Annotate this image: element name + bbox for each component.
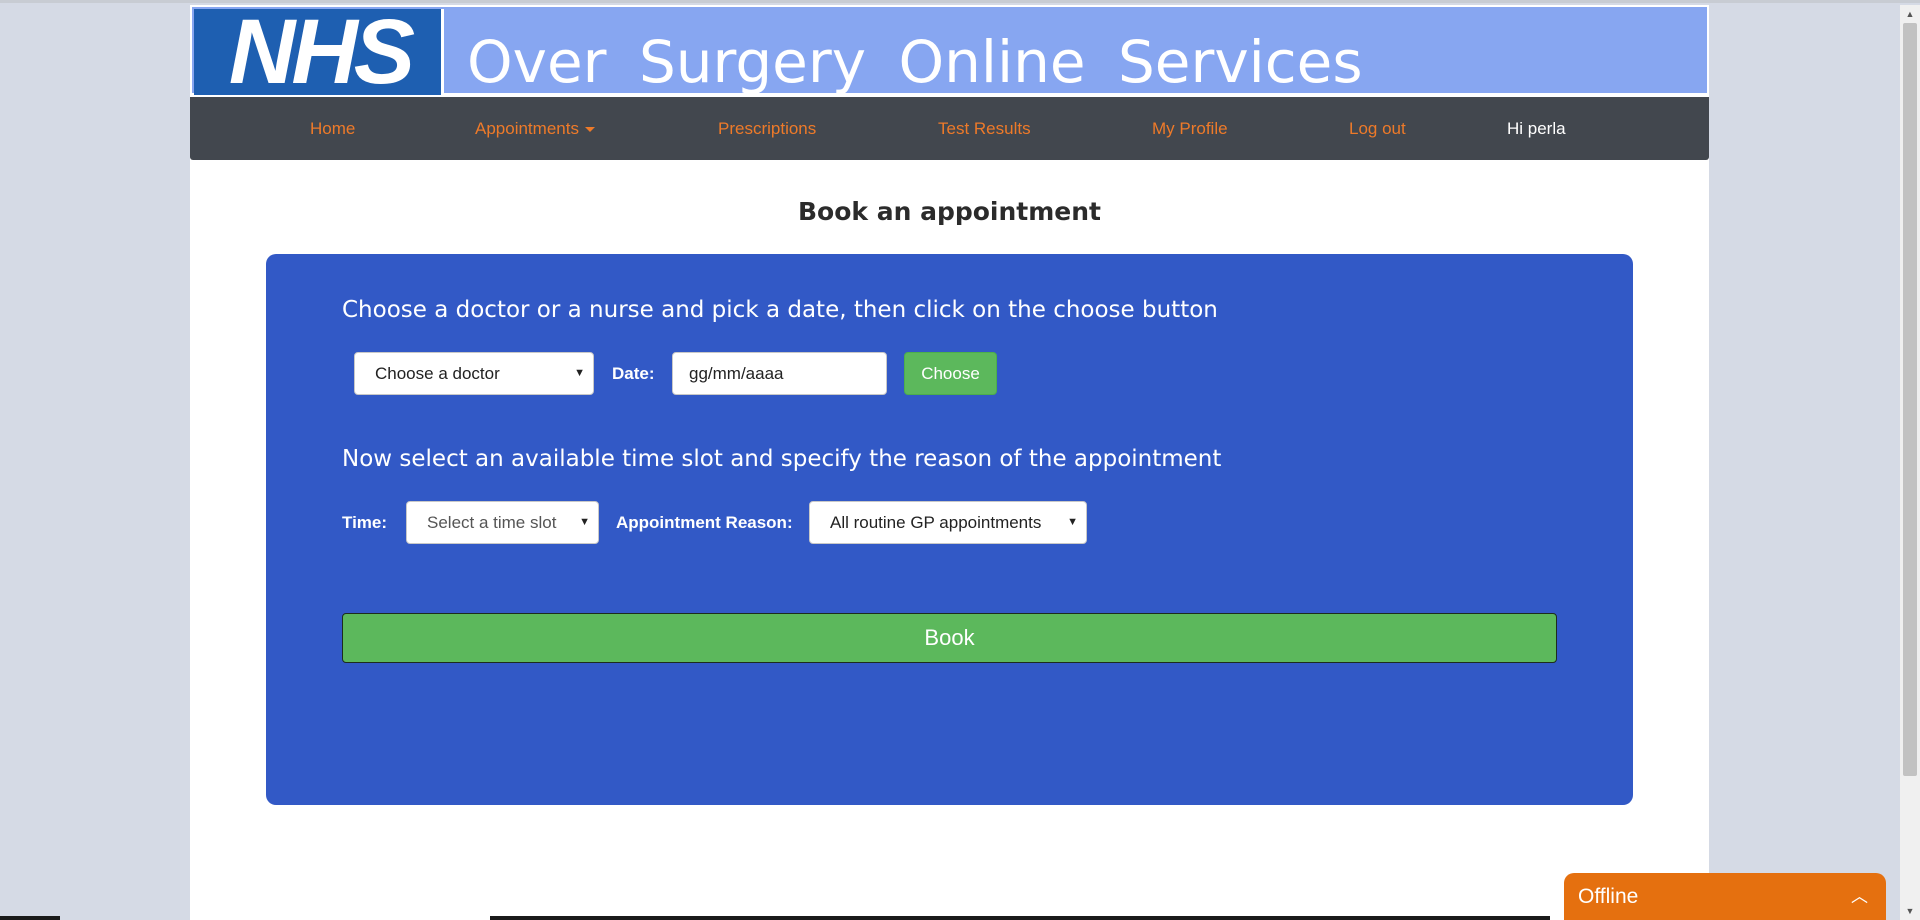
- reason-select-value: All routine GP appointments: [830, 513, 1042, 532]
- main-navbar: Home Appointments Prescriptions Test Res…: [190, 97, 1709, 160]
- page-title: Book an appointment: [797, 197, 1101, 226]
- time-slot-select[interactable]: Select a time slot ▼: [406, 501, 599, 544]
- doctor-select-value: Choose a doctor: [375, 364, 500, 383]
- page-container: NHS Over Surgery Online Services Home Ap…: [190, 5, 1709, 920]
- step1-instruction: Choose a doctor or a nurse and pick a da…: [342, 297, 1218, 323]
- nav-appointments-label: Appointments: [475, 119, 579, 138]
- chevron-up-icon: ︿: [1851, 887, 1868, 906]
- doctor-select[interactable]: Choose a doctor ▼: [354, 352, 594, 395]
- taskbar-edge: [0, 916, 60, 920]
- site-title: Over Surgery Online Services: [467, 28, 1363, 96]
- nav-my-profile[interactable]: My Profile: [1152, 97, 1228, 160]
- date-input-value: gg/mm/aaaa: [689, 364, 784, 383]
- scroll-up-icon[interactable]: ▲: [1900, 6, 1920, 22]
- date-label: Date:: [612, 364, 655, 383]
- step2-instruction: Now select an available time slot and sp…: [342, 446, 1222, 472]
- dropdown-arrow-icon: ▼: [579, 516, 590, 528]
- nhs-logo: NHS: [194, 1, 444, 103]
- scroll-down-icon[interactable]: ▼: [1900, 903, 1920, 919]
- book-button[interactable]: Book: [342, 613, 1557, 663]
- vertical-scrollbar[interactable]: ▲ ▼: [1900, 5, 1920, 920]
- nav-appointments[interactable]: Appointments: [475, 97, 595, 160]
- offline-chat-widget[interactable]: Offline ︿: [1564, 873, 1886, 920]
- reason-select[interactable]: All routine GP appointments ▼: [809, 501, 1087, 544]
- date-input[interactable]: gg/mm/aaaa: [672, 352, 887, 395]
- reason-label: Appointment Reason:: [616, 513, 793, 532]
- booking-panel: Choose a doctor or a nurse and pick a da…: [266, 254, 1633, 805]
- scrollbar-thumb[interactable]: [1903, 23, 1917, 776]
- nav-home[interactable]: Home: [310, 97, 355, 160]
- offline-label: Offline: [1578, 885, 1639, 908]
- dropdown-arrow-icon: ▼: [574, 367, 585, 379]
- user-greeting: Hi perla: [1507, 119, 1566, 138]
- nhs-logo-text: NHS: [228, 1, 415, 103]
- caret-down-icon: [584, 127, 595, 133]
- choose-button[interactable]: Choose: [904, 352, 997, 395]
- taskbar-edge: [490, 916, 1550, 920]
- nav-test-results[interactable]: Test Results: [938, 97, 1031, 160]
- nav-prescriptions[interactable]: Prescriptions: [718, 97, 816, 160]
- dropdown-arrow-icon: ▼: [1067, 516, 1078, 528]
- nav-log-out[interactable]: Log out: [1349, 97, 1406, 160]
- site-banner: NHS Over Surgery Online Services: [190, 1, 1709, 103]
- time-label: Time:: [342, 513, 388, 532]
- time-slot-select-value: Select a time slot: [427, 513, 557, 532]
